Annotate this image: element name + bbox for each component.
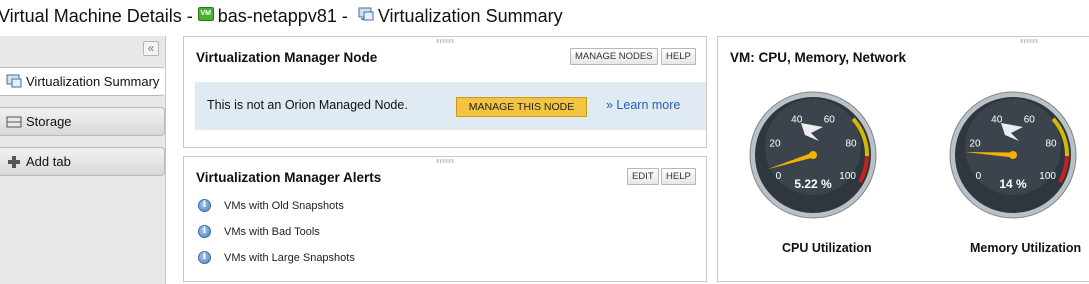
manage-this-node-button[interactable]: MANAGE THIS NODE: [456, 97, 587, 117]
gauge-tick-label: 100: [839, 171, 856, 182]
tab-storage[interactable]: Storage: [0, 107, 165, 136]
tab-virtualization-summary[interactable]: Virtualization Summary: [0, 67, 165, 96]
gauge-tick-label: 0: [976, 171, 982, 182]
view-name: Virtualization Summary: [377, 5, 563, 26]
alert-label[interactable]: VMs with Large Snapshots: [224, 252, 355, 264]
alert-label[interactable]: VMs with Old Snapshots: [224, 200, 344, 212]
drag-handle[interactable]: [436, 159, 454, 163]
vman-node-panel: Virtualization Manager Node MANAGE NODES…: [183, 36, 707, 148]
vman-alerts-panel: Virtualization Manager Alerts EDIT HELP …: [183, 156, 707, 282]
help-button[interactable]: HELP: [661, 168, 696, 185]
tab-label: Virtualization Summary: [26, 74, 160, 89]
gauge-tick-label: 40: [791, 114, 803, 125]
tab-label: Storage: [26, 114, 72, 129]
alert-label[interactable]: VMs with Bad Tools: [224, 226, 320, 238]
drag-handle[interactable]: [436, 39, 454, 43]
vm-resources-panel: VM: CPU, Memory, Network 0 20 40 60 80 100 5.2…: [717, 36, 1089, 282]
gauge-tick-label: 0: [776, 171, 782, 182]
page-title-prefix: Virtual Machine Details -: [0, 5, 193, 26]
gauge-tick-label: 100: [1039, 171, 1056, 182]
monitor-icon: [6, 74, 22, 90]
panel-title: Virtualization Manager Node: [196, 50, 378, 65]
gauge-tick-label: 20: [769, 139, 781, 150]
gauge-value: 5.22 %: [794, 177, 832, 191]
gauge-needle-hub: [1009, 151, 1017, 159]
info-icon: i: [198, 225, 211, 238]
alert-item[interactable]: i VMs with Bad Tools: [198, 225, 320, 238]
learn-more-link[interactable]: » Learn more: [606, 98, 680, 112]
tab-add[interactable]: Add tab: [0, 147, 165, 176]
alert-item[interactable]: i VMs with Old Snapshots: [198, 199, 344, 212]
storage-icon: [6, 114, 22, 130]
gauge-tick-label: 60: [824, 114, 836, 125]
page-title: Virtual Machine Details - VM bas-netappv…: [0, 0, 1089, 32]
sidebar: « Virtualization Summary Storage Add tab: [0, 36, 166, 284]
gauge-needle-hub: [809, 151, 817, 159]
info-icon: i: [198, 251, 211, 264]
tab-label: Add tab: [26, 154, 71, 169]
gauge-value: 14 %: [999, 177, 1027, 191]
gauge-tick-label: 80: [845, 139, 857, 150]
not-managed-notice: This is not an Orion Managed Node. MANAG…: [195, 82, 706, 130]
notice-text: This is not an Orion Managed Node.: [207, 98, 408, 112]
gauge-tick-label: 60: [1024, 114, 1036, 125]
memory-gauge-label: Memory Utilization: [970, 241, 1082, 255]
node-name-link[interactable]: bas-netappv81: [218, 6, 337, 27]
manage-nodes-button[interactable]: MANAGE NODES: [570, 48, 658, 65]
collapse-sidebar-button[interactable]: «: [143, 41, 159, 56]
gauge-tick-label: 80: [1045, 139, 1057, 150]
alert-item[interactable]: i VMs with Large Snapshots: [198, 251, 355, 264]
help-button[interactable]: HELP: [661, 48, 696, 65]
panel-title: Virtualization Manager Alerts: [196, 170, 382, 185]
edit-button[interactable]: EDIT: [627, 168, 659, 185]
title-separator: -: [336, 5, 353, 26]
gauge-tick-label: 40: [991, 114, 1003, 125]
monitor-icon: [358, 7, 374, 28]
info-icon: i: [198, 199, 211, 212]
plus-icon: [6, 154, 22, 170]
gauge-tick-label: 20: [969, 139, 981, 150]
vm-icon: VM: [197, 7, 214, 21]
cpu-gauge-label: CPU Utilization: [782, 241, 872, 255]
